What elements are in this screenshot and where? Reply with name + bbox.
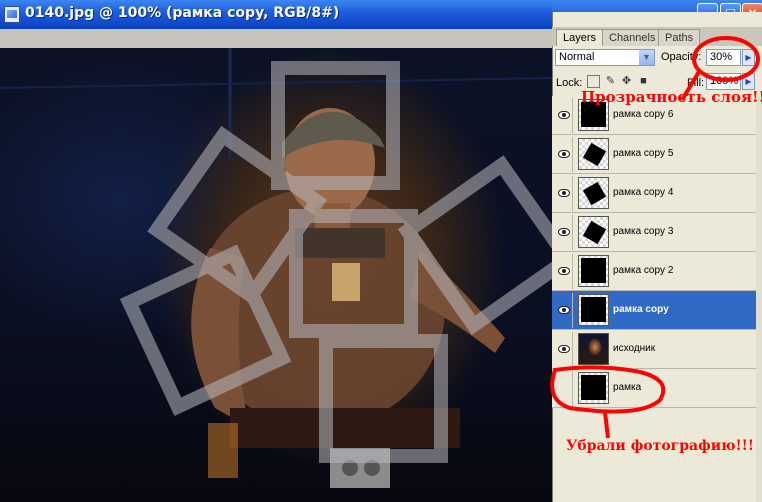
photo-removed-annotation: Убрали фотографию!!!: [566, 438, 754, 454]
chevron-down-icon: ▼: [639, 50, 654, 65]
lock-all-icon[interactable]: ■: [637, 75, 650, 88]
layer-name: исходник: [613, 343, 656, 354]
opacity-label: Opacity:: [661, 51, 702, 63]
layer-name: рамка copy 3: [613, 226, 674, 237]
eye-icon: [558, 189, 570, 197]
layer-row[interactable]: рамка copy 4: [552, 174, 762, 213]
layer-row[interactable]: рамка copy 3: [552, 213, 762, 252]
opacity-field[interactable]: 30%: [706, 49, 741, 66]
canvas-artwork: [0, 48, 552, 488]
layer-thumbnail: [578, 372, 609, 404]
layer-thumbnail: [578, 294, 609, 326]
layer-thumbnail: [578, 138, 609, 170]
eye-icon: [558, 111, 570, 119]
layer-row[interactable]: рамка: [552, 369, 762, 408]
layer-name: рамка: [613, 382, 642, 393]
eye-icon: [558, 345, 570, 353]
layer-row[interactable]: рамка copy: [552, 291, 762, 330]
layer-row[interactable]: исходник: [552, 330, 762, 369]
eye-icon: [558, 267, 570, 275]
blend-mode-value: Normal: [559, 51, 595, 63]
frame-thumbnail-shape: [581, 297, 606, 322]
eye-icon: [558, 228, 570, 236]
document-window[interactable]: 0140.jpg @ 100% (рамка copy, RGB/8#): [0, 0, 552, 502]
photoshop-document-icon: [4, 6, 20, 23]
layer-visibility-toggle[interactable]: [554, 176, 573, 211]
lock-transparent-icon[interactable]: [587, 75, 600, 88]
layer-name: рамка copy 5: [613, 148, 674, 159]
layer-visibility-toggle[interactable]: [554, 371, 573, 406]
document-canvas[interactable]: [0, 48, 552, 502]
layer-visibility-toggle[interactable]: [554, 254, 573, 289]
lock-brush-icon[interactable]: ✎: [604, 75, 617, 88]
document-ruler-strip: [0, 29, 552, 48]
frame-thumbnail-shape: [581, 258, 606, 283]
opacity-slider-arrow-icon[interactable]: ▶: [742, 49, 755, 66]
eye-icon: [558, 306, 570, 314]
lock-move-icon[interactable]: ✥: [620, 75, 633, 88]
frame-thumbnail-shape: [582, 220, 607, 245]
glass: [208, 423, 238, 478]
layer-visibility-toggle[interactable]: [554, 98, 573, 133]
lock-label: Lock:: [556, 77, 583, 89]
tab-layers[interactable]: Layers: [556, 29, 604, 46]
photo-thumbnail-image: [579, 334, 608, 364]
layer-thumbnail: [578, 177, 609, 209]
eye-icon: [558, 150, 570, 158]
badge: [332, 263, 360, 301]
layer-name: рамка copy 4: [613, 187, 674, 198]
layer-visibility-toggle[interactable]: [554, 215, 573, 250]
layer-name: рамка copy 6: [613, 109, 674, 120]
blend-mode-select[interactable]: Normal ▼: [555, 49, 655, 66]
tab-channels[interactable]: Channels: [602, 29, 663, 46]
layer-visibility-toggle[interactable]: [554, 293, 573, 328]
opacity-annotation: Прозрачность слоя!!!: [581, 88, 762, 106]
layer-thumbnail: [578, 333, 609, 365]
layer-name: рамка copy: [613, 304, 669, 315]
layer-row[interactable]: рамка copy 2: [552, 252, 762, 291]
layer-visibility-toggle[interactable]: [554, 137, 573, 172]
layer-thumbnail: [578, 255, 609, 287]
frame-thumbnail-shape: [581, 375, 606, 400]
dj-table: [230, 408, 460, 448]
palette-tabs: Layers Channels Paths: [552, 27, 762, 46]
layer-name: рамка copy 2: [613, 265, 674, 276]
frame-thumbnail-shape: [582, 142, 607, 167]
tab-paths[interactable]: Paths: [658, 29, 701, 46]
layers-scrollbar[interactable]: [756, 96, 762, 502]
layer-thumbnail: [578, 216, 609, 248]
frame-thumbnail-shape: [582, 181, 607, 206]
shirt-print: [295, 228, 385, 258]
layer-row[interactable]: рамка copy 5: [552, 135, 762, 174]
document-titlebar[interactable]: 0140.jpg @ 100% (рамка copy, RGB/8#): [0, 0, 552, 29]
document-title: 0140.jpg @ 100% (рамка copy, RGB/8#): [25, 5, 340, 21]
layer-visibility-toggle[interactable]: [554, 332, 573, 367]
